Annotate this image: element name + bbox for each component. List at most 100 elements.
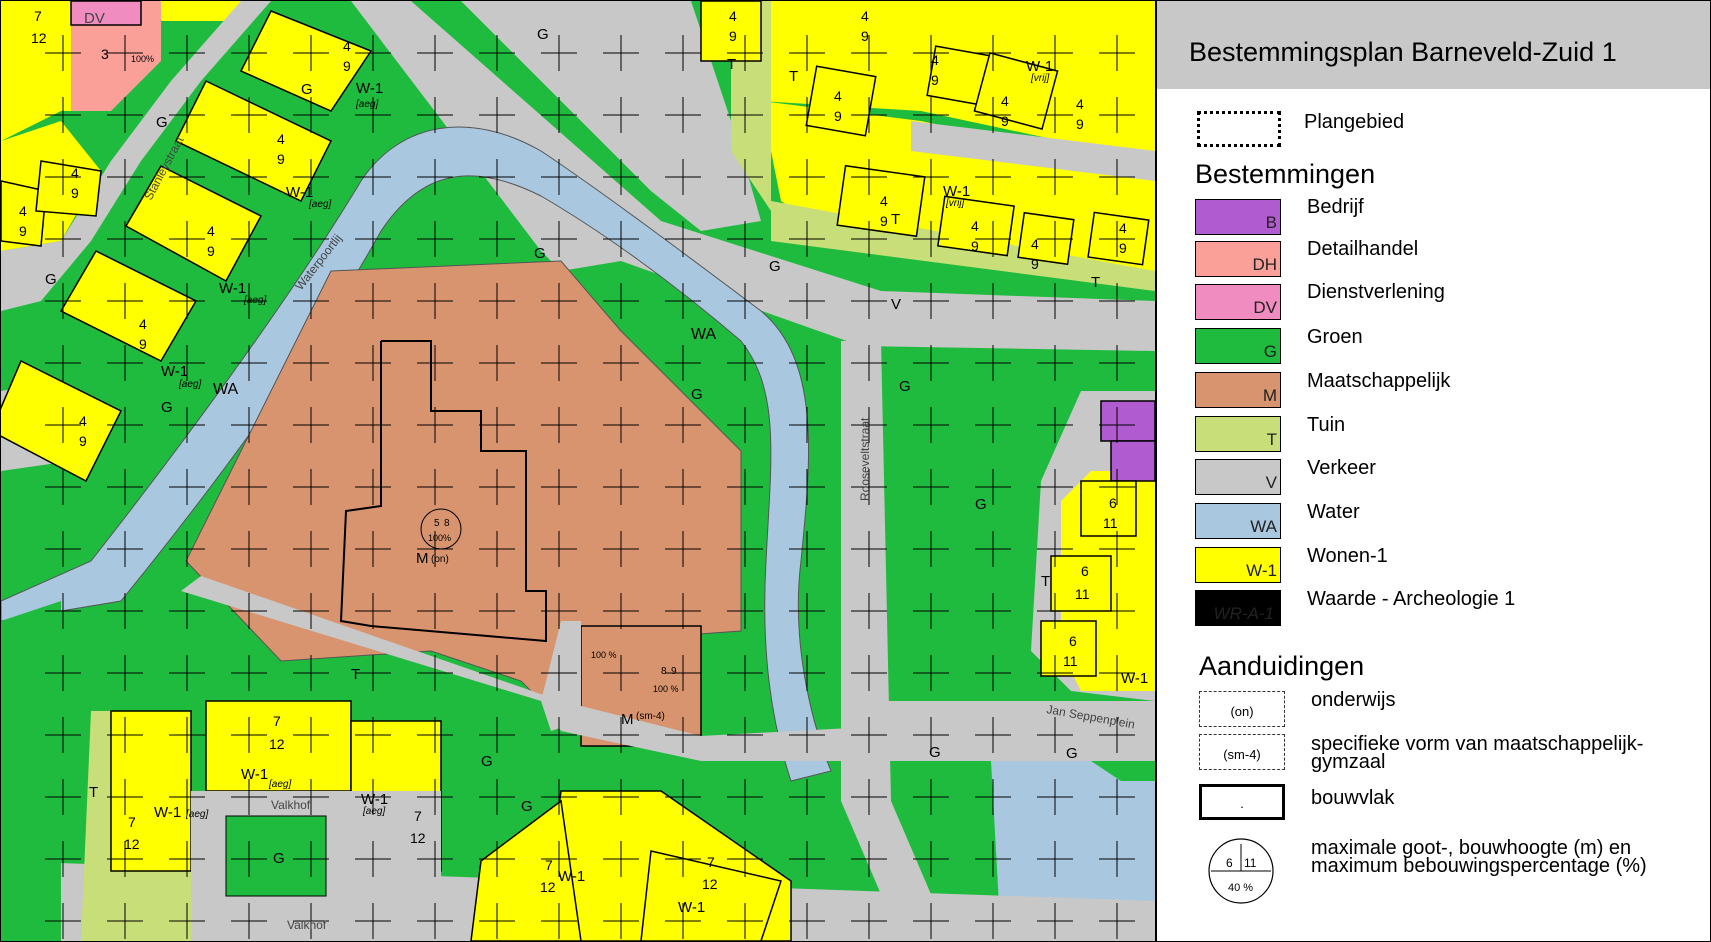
h-e3-goot: 6 (1069, 633, 1077, 649)
h-b2-goot: 4 (343, 38, 351, 54)
h-b11-bouw: 9 (834, 108, 842, 124)
label-vrij-2: [vrij] (945, 198, 965, 209)
label-m-school: M (416, 550, 429, 567)
label-g-2: G (534, 245, 546, 262)
code-dienstverlening: DV (1253, 298, 1277, 317)
plangebied-label: Plangebied (1304, 111, 1405, 133)
label-wonen: Wonen-1 (1307, 545, 1388, 567)
label-g-8: G (521, 798, 533, 815)
label-gymzaal-2: gymzaal (1311, 751, 1386, 773)
label-g-13: G (156, 114, 168, 131)
code-water: WA (1250, 517, 1277, 536)
label-aeg-1: [aeg] (355, 99, 378, 110)
height-gym-goot: 8 (661, 666, 667, 677)
h-s4-goot: 7 (545, 857, 553, 873)
swatch-tuin: T (1195, 416, 1281, 452)
swatch-dienstverlening: DV (1195, 284, 1281, 320)
pct-dh: 100% (131, 54, 154, 64)
label-w1-7: W-1 (241, 766, 268, 783)
swatch-bedrijf: B (1195, 199, 1281, 235)
label-v-1: V (891, 296, 901, 313)
label-aeg-7: [aeg] (362, 806, 385, 817)
h-b2-bouw: 9 (343, 58, 351, 74)
pct-school: 100% (428, 533, 451, 543)
h-s2-bouw: 12 (124, 836, 140, 852)
h-b16-goot: 4 (971, 218, 979, 234)
h-b7-bouw: 9 (71, 185, 79, 201)
swatch-bouwvlak: · (1199, 784, 1285, 820)
label-w1-1: W-1 (356, 80, 383, 97)
maxhoogte-pct: 40 % (1228, 882, 1253, 894)
label-g-11: G (161, 399, 173, 416)
h-b12-bouw: 9 (931, 72, 939, 88)
swatch-archeologie: WR-A-1 (1195, 590, 1281, 626)
label-vrij-1: [vrij] (1030, 73, 1050, 84)
swatch-water: WA (1195, 503, 1281, 539)
map-canvas[interactable]: G G G G G G G G G G G G G G G T T T T T (1, 1, 1157, 941)
wonen-block-7 (35, 160, 102, 217)
h-s2-goot: 7 (128, 814, 136, 830)
h-b1-bouw: 12 (31, 30, 47, 46)
label-groen: Groen (1307, 326, 1363, 348)
label-w1-3: W-1 (219, 280, 246, 297)
label-w1-8: W-1 (154, 804, 181, 821)
map-svg: G G G G G G G G G G G G G G G T T T T T (1, 1, 1155, 941)
code-bedrijf: B (1265, 213, 1277, 232)
label-dv: DV (84, 10, 105, 27)
swatch-verkeer: V (1195, 459, 1281, 495)
label-dienstverlening: Dienstverlening (1307, 281, 1445, 303)
pct-gym-1: 100 % (591, 650, 617, 660)
h-s1-goot: 7 (273, 713, 281, 729)
h-b7-goot: 4 (71, 165, 79, 181)
h-e1-bouw: 11 (1103, 515, 1118, 531)
height-gym-bouw: 9 (671, 666, 677, 677)
swatch-groen: G (1195, 328, 1281, 364)
label-w1-11: W-1 (678, 899, 705, 916)
pct-gym-2: 100 % (653, 684, 679, 694)
label-t-7: T (1041, 573, 1050, 590)
street-valkhof-2: Valkhof (287, 918, 327, 932)
code-bouwvlak: · (1239, 799, 1245, 814)
title-bar: Bestemmingsplan Barneveld-Zuid 1 (1157, 1, 1710, 89)
label-g-9: G (273, 850, 285, 867)
dienstverlening-area (70, 1, 142, 26)
label-g-6: G (1066, 745, 1078, 762)
label-t-4: T (1091, 274, 1100, 291)
label-g-14: G (769, 258, 781, 275)
code-onderwijs: (on) (1230, 704, 1254, 719)
h-b10-bouw: 9 (861, 28, 869, 44)
h-b15-bouw: 9 (880, 213, 888, 229)
h-b5-bouw: 9 (139, 336, 147, 352)
label-maxhoogte-2: maximum bebouwingspercentage (%) (1311, 855, 1647, 877)
label-g-4: G (975, 496, 987, 513)
h-b8-bouw: 9 (19, 223, 27, 239)
h-e3-bouw: 11 (1063, 653, 1078, 669)
label-m-gym: M (621, 711, 634, 728)
label-t-6: T (89, 784, 98, 801)
h-b3-goot: 4 (277, 131, 285, 147)
h-b17-bouw: 9 (1031, 256, 1039, 272)
h-b1-goot: 7 (34, 8, 42, 24)
label-water: Water (1307, 501, 1360, 523)
h-s3-bouw: 12 (410, 830, 426, 846)
label-aeg-6: [aeg] (185, 809, 208, 820)
map-frame: G G G G G G G G G G G G G G G T T T T T (0, 0, 1711, 942)
label-maatschappelijk: Maatschappelijk (1307, 370, 1451, 392)
height-school-bouw: 8 (444, 518, 450, 529)
label-g-10: G (45, 271, 57, 288)
h-s3-goot: 7 (414, 808, 422, 824)
label-onderwijs: onderwijs (1311, 689, 1396, 711)
label-g-12: G (301, 81, 313, 98)
street-rooseveltstraat: Rooseveltstraat (858, 417, 872, 501)
label-wa-1: WA (691, 326, 717, 343)
swatch-maatschappelijk: M (1195, 372, 1281, 408)
label-detailhandel: Detailhandel (1307, 238, 1419, 260)
label-on-school: (on) (431, 554, 449, 565)
label-t-5: T (351, 666, 360, 683)
code-detailhandel: DH (1252, 255, 1277, 274)
h-b6-goot: 4 (79, 413, 87, 429)
label-aeg-2: [aeg] (308, 199, 331, 210)
label-t-1: T (891, 211, 900, 228)
h-b15-goot: 4 (880, 193, 888, 209)
h-s5-bouw: 12 (702, 876, 718, 892)
